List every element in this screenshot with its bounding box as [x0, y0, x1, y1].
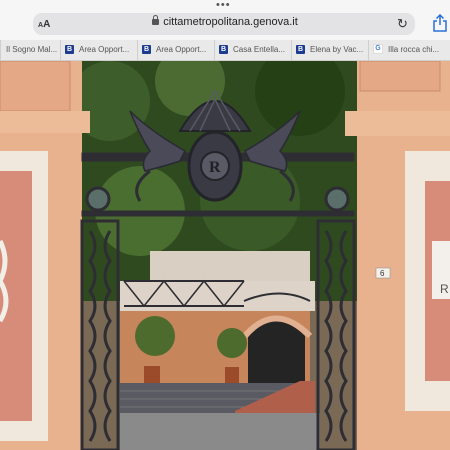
tab-label: Casa Entella...: [233, 45, 286, 54]
tab-label: Illa rocca chi...: [388, 45, 440, 54]
url-text: cittametropolitana.genova.it: [163, 16, 298, 28]
tab-label: Elena by Vac...: [310, 45, 364, 54]
gate-lamp-right: [324, 186, 350, 212]
tab-bar: Il Sogno Mal... B Area Opport... B Area Op…: [0, 40, 450, 61]
bing-favicon-icon: B: [142, 44, 151, 54]
bing-favicon-icon: B: [65, 44, 74, 54]
gate-lamp-left: [85, 186, 111, 212]
tab-3[interactable]: B Area Opport...: [137, 40, 218, 60]
page-photo: R 6 R: [0, 61, 450, 450]
tab-5[interactable]: B Elena by Vac...: [291, 40, 372, 60]
tab-label: Area Opport...: [79, 45, 130, 54]
tab-4[interactable]: B Casa Entella...: [214, 40, 295, 60]
bing-favicon-icon: B: [296, 44, 305, 54]
tab-2[interactable]: B Area Opport...: [60, 40, 141, 60]
browser-top-bar: ••• AA cittametropolitana.genova.it ↻: [0, 0, 450, 40]
tab-label: Area Opport...: [156, 45, 207, 54]
google-favicon-icon: G: [373, 44, 383, 54]
share-icon[interactable]: [432, 14, 448, 32]
house-number: 6: [380, 269, 385, 278]
crest-monogram: R: [209, 159, 221, 176]
reload-icon[interactable]: ↻: [397, 16, 408, 32]
right-sign-text: R: [440, 282, 449, 296]
tab-1[interactable]: Il Sogno Mal...: [0, 40, 66, 60]
pavement: [120, 413, 320, 450]
villa-arch: [248, 321, 305, 386]
lock-icon: [152, 15, 160, 25]
more-dots-icon[interactable]: •••: [216, 0, 231, 11]
villa-gate-photo: R 6 R: [0, 61, 450, 450]
bing-favicon-icon: B: [219, 44, 228, 54]
tab-6[interactable]: G Illa rocca chi...: [368, 40, 450, 60]
tab-label: Il Sogno Mal...: [6, 45, 58, 54]
url-display[interactable]: cittametropolitana.genova.it: [0, 15, 450, 28]
